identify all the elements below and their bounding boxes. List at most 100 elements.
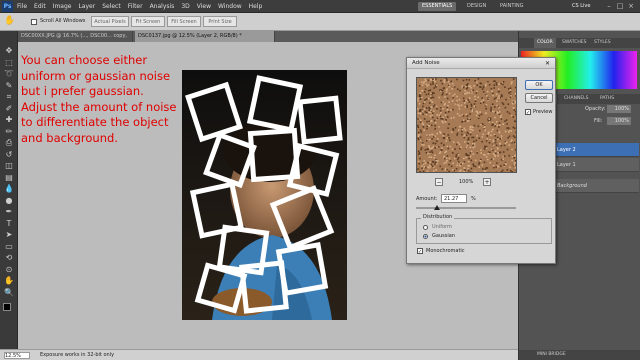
crop-tool-icon[interactable]: ⌗ xyxy=(3,91,15,102)
noise-grain xyxy=(424,111,427,113)
foreground-color-swatch[interactable] xyxy=(3,303,11,311)
noise-grain xyxy=(427,93,430,95)
gradient-tool-icon[interactable]: ▤ xyxy=(3,172,15,183)
cancel-button[interactable]: Cancel xyxy=(525,93,553,103)
eraser-icon[interactable]: ◫ xyxy=(3,160,15,171)
zoom-tool-icon[interactable]: 🔍 xyxy=(3,287,15,298)
monochromatic-checkbox[interactable]: ✓ xyxy=(417,248,423,255)
noise-grain xyxy=(463,170,465,172)
hand-tool-icon[interactable]: ✋ xyxy=(3,275,15,286)
noise-grain xyxy=(478,163,480,165)
menu-view[interactable]: View xyxy=(197,0,211,13)
noise-grain xyxy=(501,169,504,172)
minimize-icon[interactable]: – xyxy=(604,1,614,11)
move-tool-icon[interactable]: ✥ xyxy=(3,45,15,56)
noise-grain xyxy=(469,171,472,172)
fill-screen-button[interactable]: Fill Screen xyxy=(167,16,201,27)
noise-grain xyxy=(418,153,420,156)
amount-slider-track[interactable] xyxy=(416,207,516,209)
noise-grain xyxy=(456,99,458,102)
noise-grain xyxy=(458,108,461,110)
close-icon[interactable]: × xyxy=(626,1,636,11)
quick-select-icon[interactable]: ✎ xyxy=(3,80,15,91)
tab-channels[interactable]: CHANNELS xyxy=(561,94,592,104)
tab-paths[interactable]: PATHS xyxy=(597,94,617,104)
fill-field[interactable]: 100% xyxy=(607,117,631,125)
lasso-tool-icon[interactable]: ➰ xyxy=(3,68,15,79)
zoom-out-button[interactable]: − xyxy=(435,178,443,186)
menu-file[interactable]: File xyxy=(17,0,27,13)
brush-tool-icon[interactable]: ✏ xyxy=(3,126,15,137)
menu-help[interactable]: Help xyxy=(249,0,263,13)
noise-grain xyxy=(431,151,434,154)
noise-grain xyxy=(447,105,449,107)
tab-styles[interactable]: STYLES xyxy=(591,38,614,48)
healing-brush-icon[interactable]: ✚ xyxy=(3,114,15,125)
amount-input[interactable]: 21.27 xyxy=(441,194,467,203)
ok-button[interactable]: OK xyxy=(525,80,553,90)
menu-layer[interactable]: Layer xyxy=(78,0,95,13)
marquee-tool-icon[interactable]: ⬚ xyxy=(3,57,15,68)
noise-grain xyxy=(487,119,490,122)
pen-tool-icon[interactable]: ✒ xyxy=(3,206,15,217)
menu-3d[interactable]: 3D xyxy=(181,0,189,13)
noise-grain xyxy=(512,102,514,105)
shape-tool-icon[interactable]: ▭ xyxy=(3,241,15,252)
menu-analysis[interactable]: Analysis xyxy=(150,0,175,13)
noise-grain xyxy=(515,169,516,171)
actual-pixels-button[interactable]: Actual Pixels xyxy=(91,16,129,27)
history-brush-icon[interactable]: ↺ xyxy=(3,149,15,160)
workspace-painting-button[interactable]: PAINTING xyxy=(496,2,527,11)
scroll-all-checkbox[interactable] xyxy=(31,19,37,25)
path-select-icon[interactable]: ➤ xyxy=(3,229,15,240)
noise-grain xyxy=(442,101,444,103)
amount-slider-thumb[interactable] xyxy=(434,205,441,210)
gaussian-radio[interactable] xyxy=(423,234,428,239)
noise-grain xyxy=(500,135,503,137)
menu-select[interactable]: Select xyxy=(102,0,121,13)
tab-color[interactable]: COLOR xyxy=(534,38,556,48)
noise-grain xyxy=(485,139,488,142)
noise-grain xyxy=(507,103,510,105)
menu-edit[interactable]: Edit xyxy=(34,0,46,13)
cs-live-button[interactable]: CS Live xyxy=(568,2,594,11)
print-size-button[interactable]: Print Size xyxy=(203,16,237,27)
menu-image[interactable]: Image xyxy=(53,0,72,13)
eyedropper-icon[interactable]: ✐ xyxy=(3,103,15,114)
noise-grain xyxy=(427,152,429,155)
3d-camera-icon[interactable]: ⊙ xyxy=(3,264,15,275)
noise-grain xyxy=(458,114,461,117)
uniform-radio[interactable] xyxy=(423,225,428,230)
noise-preview[interactable] xyxy=(416,77,517,173)
noise-grain xyxy=(499,143,501,145)
opacity-field[interactable]: 100% xyxy=(607,105,631,113)
zoom-in-button[interactable]: + xyxy=(483,178,491,186)
tab-document-2[interactable]: DSC0137.jpg @ 12.5% (Layer 2, RGB/8) * xyxy=(135,31,275,42)
noise-grain xyxy=(421,110,424,112)
type-tool-icon[interactable]: T xyxy=(3,218,15,229)
noise-grain xyxy=(439,109,442,112)
menu-window[interactable]: Window xyxy=(218,0,242,13)
blur-tool-icon[interactable]: 💧 xyxy=(3,183,15,194)
fit-screen-button[interactable]: Fit Screen xyxy=(131,16,165,27)
noise-grain xyxy=(507,137,509,139)
menu-filter[interactable]: Filter xyxy=(128,0,143,13)
dialog-close-icon[interactable]: ✕ xyxy=(543,59,552,68)
maximize-icon[interactable]: □ xyxy=(615,1,625,11)
noise-grain xyxy=(467,99,469,101)
noise-grain xyxy=(438,96,440,99)
tab-swatches[interactable]: SWATCHES xyxy=(559,38,590,48)
noise-grain xyxy=(498,97,500,99)
workspace-design-button[interactable]: DESIGN xyxy=(463,2,490,11)
noise-grain xyxy=(485,94,488,97)
clone-stamp-icon[interactable]: ⎙ xyxy=(3,137,15,148)
dodge-tool-icon[interactable]: ● xyxy=(3,195,15,206)
document-image[interactable] xyxy=(182,70,347,320)
preview-checkbox[interactable]: ✓ xyxy=(525,109,531,116)
zoom-level[interactable]: 12.5% xyxy=(4,352,30,359)
tab-document-1[interactable]: DSC00XX.JPG @ 16.7% (..., DSC00... copy,… xyxy=(18,31,133,50)
noise-grain xyxy=(508,112,511,115)
workspace-essentials-button[interactable]: ESSENTIALS xyxy=(418,2,457,11)
tab-mini-bridge[interactable]: MINI BRIDGE xyxy=(534,350,569,360)
3d-rotate-icon[interactable]: ⟲ xyxy=(3,252,15,263)
